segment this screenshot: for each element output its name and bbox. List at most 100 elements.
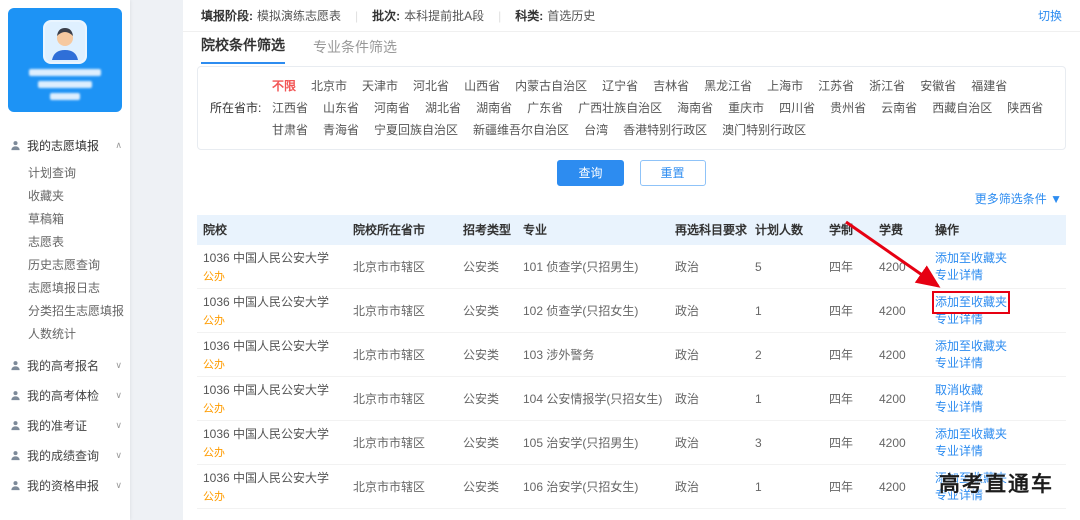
college-type-badge: 公办 (203, 359, 225, 371)
province-option[interactable]: 甘肃省 (272, 119, 308, 141)
province-option[interactable]: 云南省 (881, 97, 917, 119)
plan-count: 2 (755, 347, 762, 362)
sidebar-subitem[interactable]: 历史志愿查询 (0, 254, 130, 277)
sidebar-subitem[interactable]: 志愿表 (0, 231, 130, 254)
province-option[interactable]: 广西壮族自治区 (578, 97, 662, 119)
sidebar-item-my-applications[interactable]: 我的志愿填报 ∧ (0, 130, 130, 160)
plan-count: 1 (755, 303, 762, 318)
province-option[interactable]: 吉林省 (653, 75, 689, 97)
province-option[interactable]: 江苏省 (818, 75, 854, 97)
sidebar-section[interactable]: 我的资格申报 ∨ (0, 470, 130, 500)
majors-table: 院校 院校所在省市 招考类型 专业 再选科目要求 计划人数 学制 学费 操作 1… (197, 215, 1066, 520)
province-option[interactable]: 重庆市 (728, 97, 764, 119)
province-option[interactable]: 湖南省 (476, 97, 512, 119)
row-actions: 添加至收藏夹 专业详情 (929, 422, 1066, 464)
major-detail-link[interactable]: 专业详情 (935, 399, 983, 416)
favorite-action-link[interactable]: 取消收藏 (935, 382, 983, 399)
watermark-text: 高考直通车 (939, 473, 1054, 496)
province-option[interactable]: 北京市 (311, 75, 347, 97)
person-icon (10, 480, 21, 491)
college-name: 1036 中国人民公安大学 (203, 427, 330, 441)
tab-college-filter[interactable]: 院校条件筛选 (201, 35, 285, 64)
study-years: 四年 (829, 260, 854, 274)
chevron-down-icon: ∨ (115, 449, 122, 460)
province-option[interactable]: 内蒙古自治区 (515, 75, 587, 97)
favorite-action-link[interactable]: 添加至收藏夹 (931, 290, 1011, 314)
province-option[interactable]: 河北省 (413, 75, 449, 97)
province-option[interactable]: 辽宁省 (602, 75, 638, 97)
province-option[interactable]: 天津市 (362, 75, 398, 97)
column-header: 再选科目要求 (675, 223, 748, 237)
province-option[interactable]: 浙江省 (869, 75, 905, 97)
province-option[interactable]: 澳门特别行政区 (722, 119, 806, 141)
province-option[interactable]: 青海省 (323, 119, 359, 141)
sidebar-subitem[interactable]: 分类招生志愿填报人数统计 (0, 300, 130, 346)
favorite-action-link[interactable]: 添加至收藏夹 (935, 338, 1007, 355)
subject-requirement: 政治 (675, 304, 700, 318)
province-option[interactable]: 西藏自治区 (932, 97, 992, 119)
person-icon (10, 360, 21, 371)
college-province: 北京市市辖区 (353, 480, 426, 494)
tab-major-filter[interactable]: 专业条件筛选 (313, 37, 397, 64)
province-option[interactable]: 山东省 (323, 97, 359, 119)
person-icon (10, 140, 21, 151)
province-option[interactable]: 江西省 (272, 97, 308, 119)
province-option[interactable]: 湖北省 (425, 97, 461, 119)
province-option[interactable]: 广东省 (527, 97, 563, 119)
province-option[interactable]: 山西省 (464, 75, 500, 97)
province-option[interactable]: 陕西省 (1007, 97, 1043, 119)
province-options: 不限 北京市 天津市 河北省 山西省 内蒙古自治区 辽宁省 吉林省 黑龙江省 上… (272, 75, 1053, 141)
province-option[interactable]: 黑龙江省 (704, 75, 752, 97)
column-header: 院校所在省市 (353, 223, 426, 237)
more-filters-link[interactable]: 更多筛选条件 ▼ (975, 190, 1062, 207)
query-button[interactable]: 查询 (557, 160, 624, 186)
reset-button[interactable]: 重置 (639, 160, 706, 186)
stage-label: 填报阶段: (201, 9, 253, 23)
province-option[interactable]: 上海市 (767, 75, 803, 97)
tuition-fee: 4200 (879, 479, 906, 494)
switch-link[interactable]: 切换 (1038, 7, 1062, 24)
chevron-down-icon: ∨ (115, 419, 122, 430)
sidebar-section[interactable]: 我的高考报名 ∨ (0, 350, 130, 380)
column-header: 计划人数 (755, 223, 804, 237)
column-header: 招考类型 (463, 223, 512, 237)
column-header: 学费 (879, 223, 904, 237)
row-actions: 添加至收藏夹 专业详情 (929, 334, 1066, 376)
sidebar-subitem[interactable]: 计划查询 (0, 162, 130, 185)
province-option[interactable]: 安徽省 (920, 75, 956, 97)
table-row: 1036 中国人民公安大学 公办 北京市市辖区 公安类 101 侦查学(只招男生… (197, 245, 1066, 289)
province-option[interactable]: 河南省 (374, 97, 410, 119)
sidebar-section[interactable]: 我的高考体检 ∨ (0, 380, 130, 410)
tuition-fee: 4200 (879, 435, 906, 450)
sidebar-subitem[interactable]: 收藏夹 (0, 185, 130, 208)
sidebar-section[interactable]: 我的准考证 ∨ (0, 410, 130, 440)
favorite-action-link[interactable]: 添加至收藏夹 (935, 426, 1007, 443)
province-option[interactable]: 福建省 (971, 75, 1007, 97)
province-option[interactable]: 香港特别行政区 (623, 119, 707, 141)
province-filter-label: 所在省市: (210, 101, 262, 115)
province-option[interactable]: 四川省 (779, 97, 815, 119)
major-detail-link[interactable]: 专业详情 (935, 311, 983, 328)
college-province: 北京市市辖区 (353, 348, 426, 362)
sidebar-subitem[interactable]: 草稿箱 (0, 208, 130, 231)
sidebar-subitem[interactable]: 志愿填报日志 (0, 277, 130, 300)
province-option[interactable]: 海南省 (677, 97, 713, 119)
major-name: 104 公安情报学(只招女生) (523, 392, 663, 406)
batch-group: 批次: 本科提前批A段 (372, 7, 484, 24)
province-option[interactable]: 新疆维吾尔自治区 (473, 119, 569, 141)
college-province: 北京市市辖区 (353, 392, 426, 406)
province-option[interactable]: 贵州省 (830, 97, 866, 119)
province-option[interactable]: 台湾 (584, 119, 608, 141)
major-detail-link[interactable]: 专业详情 (935, 355, 983, 372)
favorite-action-link[interactable]: 添加至收藏夹 (935, 250, 1007, 267)
table-row: 1036 中国人民公安大学 公办 北京市市辖区 公安类 102 侦查学(只招女生… (197, 289, 1066, 333)
recruit-type: 公安类 (463, 436, 500, 450)
major-detail-link[interactable]: 专业详情 (935, 443, 983, 460)
province-option-any[interactable]: 不限 (272, 75, 296, 97)
subject-requirement: 政治 (675, 260, 700, 274)
province-option[interactable]: 宁夏回族自治区 (374, 119, 458, 141)
study-years: 四年 (829, 480, 854, 494)
sidebar-section[interactable]: 我的成绩查询 ∨ (0, 440, 130, 470)
major-detail-link[interactable]: 专业详情 (935, 267, 983, 284)
row-actions: 添加至收藏夹 专业详情 (929, 246, 1066, 288)
